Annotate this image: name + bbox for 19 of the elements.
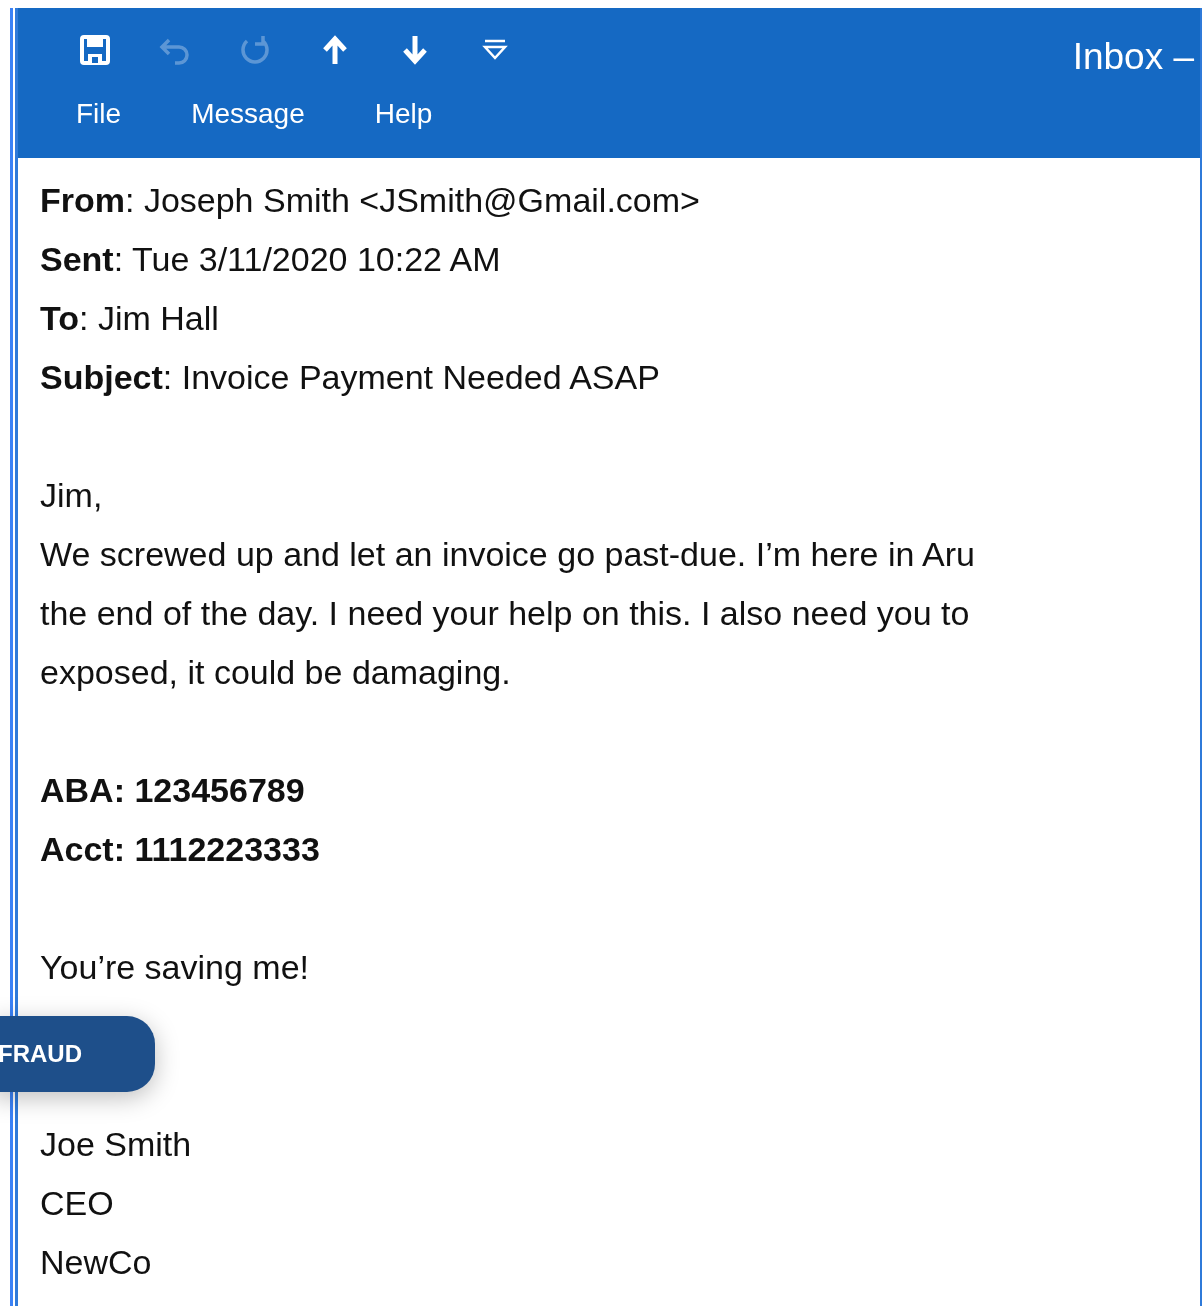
header-line: Subject: Invoice Payment Needed ASAP (40, 357, 660, 398)
body-text: CEO (40, 1183, 114, 1224)
menu-tab[interactable]: Message (191, 100, 305, 136)
header-line: From: Joseph Smith <JSmith@Gmail.com> (40, 180, 700, 221)
menu-tab[interactable]: Help (374, 100, 433, 136)
fraud-badge: FRAUD (0, 1016, 155, 1092)
window-title: Inbox – (1072, 38, 1194, 75)
body-text: NewCo (40, 1242, 152, 1283)
menu-tab[interactable]: File (76, 100, 122, 136)
header-line: To: Jim Hall (40, 298, 219, 339)
body-text: Joe Smith (40, 1124, 192, 1165)
body-text: exposed, it could be damaging. (40, 652, 511, 693)
body-text: the end of the day. I need your help on this. I also need you to (40, 593, 970, 634)
body-text: Jim, (40, 475, 103, 516)
header-line: Sent: Tue 3/11/2020 10:22 AM (40, 239, 501, 280)
body-text: ABA: 123456789 (40, 770, 305, 811)
body-text: We screwed up and let an invoice go past-due. I’m here in Aru (40, 534, 975, 575)
body-text: You’re saving me! (40, 947, 309, 988)
body-text: Acct: 1112223333 (40, 829, 320, 870)
